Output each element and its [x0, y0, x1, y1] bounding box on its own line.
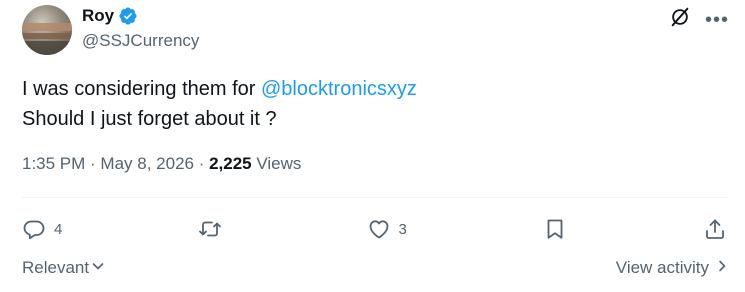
grok-icon[interactable]: [669, 6, 691, 33]
tweet-action-bar: 4 3: [22, 212, 727, 246]
divider: [22, 197, 729, 198]
reply-count: 4: [54, 220, 63, 238]
like-icon: [367, 217, 391, 241]
views-label: Views: [251, 154, 302, 173]
sort-label: Relevant: [22, 258, 90, 277]
more-icon[interactable]: •••: [705, 10, 729, 30]
reply-button[interactable]: 4: [22, 217, 62, 241]
author-name-row: Roy: [82, 6, 138, 26]
views-count: 2,225: [209, 154, 252, 173]
tweet-text-line-2: Should I just forget about it ?: [22, 108, 277, 130]
avatar[interactable]: [22, 5, 72, 55]
tweet-text-line-1: I was considering them for @blocktronics…: [22, 74, 417, 104]
share-button[interactable]: [703, 217, 727, 241]
mention-link[interactable]: @blocktronicsxyz: [261, 78, 417, 100]
tweet-date[interactable]: May 8, 2026: [100, 154, 194, 173]
verified-badge-icon[interactable]: [118, 6, 138, 26]
view-activity-label: View activity: [615, 258, 709, 277]
meta-separator: ·: [193, 154, 210, 173]
meta-separator: ·: [85, 154, 101, 173]
chevron-right-icon: [715, 258, 729, 278]
tweet-meta: 1:35 PM · May 8, 2026 · 2,225 Views: [22, 154, 301, 174]
tweet-text: I was considering them for @blocktronics…: [22, 74, 417, 134]
author-display-name[interactable]: Roy: [82, 6, 114, 26]
tweet-text-segment: I was considering them for: [22, 78, 261, 100]
view-activity-link[interactable]: View activity: [616, 258, 729, 278]
like-count: 3: [398, 220, 407, 238]
chevron-down-icon: [91, 258, 105, 278]
retweet-icon: [198, 217, 222, 241]
retweet-button[interactable]: [198, 217, 230, 241]
share-icon: [703, 217, 727, 241]
author-handle[interactable]: @SSJCurrency: [82, 31, 199, 51]
tweet-top-actions: •••: [669, 6, 729, 33]
bookmark-button[interactable]: [543, 217, 567, 241]
tweet-time[interactable]: 1:35 PM: [22, 154, 85, 173]
sort-replies-dropdown[interactable]: Relevant: [22, 258, 105, 278]
bookmark-icon: [543, 217, 567, 241]
reply-icon: [22, 217, 46, 241]
like-button[interactable]: 3: [367, 217, 407, 241]
